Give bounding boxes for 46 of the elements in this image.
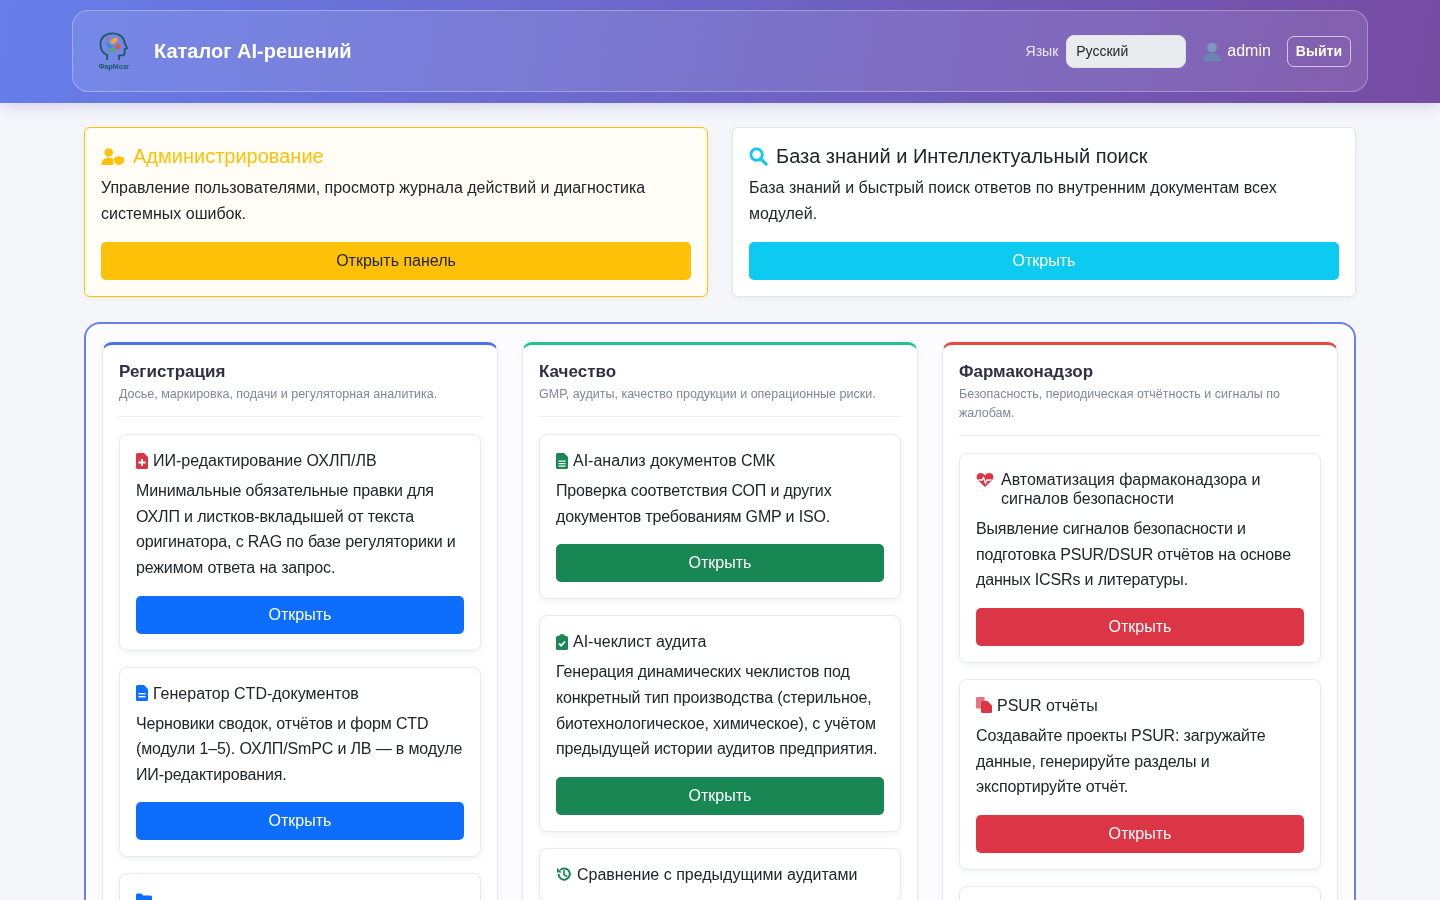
app-title: Каталог AI-решений — [154, 39, 352, 63]
card-title: База знаний и Интеллектуальный поиск — [776, 144, 1148, 168]
module-title: ИИ-редактирование ОХЛП/ЛВ — [153, 451, 377, 471]
user-shield-icon — [101, 147, 125, 165]
module-title: AI-анализ документов СМК — [573, 451, 776, 471]
medical-file-icon — [136, 452, 148, 469]
module-title: PSUR отчёты — [997, 695, 1098, 715]
module-title: Генератор CTD-документов — [153, 683, 359, 703]
card-description: Управление пользователями, просмотр журнала действий и диагностика системных ошибок. — [101, 178, 647, 224]
module-description: Черновики сводок, отчётов и форм CTD (модули 1–5). ОХЛП/SmPC и ЛВ — в модуле ИИ-редактирования. — [136, 713, 464, 785]
document-icon — [136, 685, 148, 702]
document-icon — [556, 452, 568, 469]
open-button[interactable]: Открыть панель — [101, 242, 691, 281]
head-logo-icon — [97, 31, 131, 61]
category-subtitle: GMP, аудиты, качество продукции и операционные риски. — [539, 386, 877, 404]
card-title: Администрирование — [133, 144, 324, 168]
module-title: AI-чеклист аудита — [573, 632, 707, 652]
heart-pulse-icon — [976, 471, 994, 488]
module-description: Проверка соответствия СОП и других документов требованиям GMP и ISO. — [556, 481, 833, 527]
category-title: Качество — [539, 362, 618, 383]
category-title: Регистрация — [119, 362, 227, 383]
module-description: Генерация динамических чеклистов под конкретный тип производства (стерильное, биотехнологическое, химическое), с учётом предыдущей истории аудитов предприятия. — [556, 662, 879, 760]
open-button[interactable]: Открыть — [556, 544, 884, 583]
logout-button[interactable]: Выйти — [1286, 35, 1351, 67]
open-button[interactable]: Открыть — [976, 814, 1304, 853]
category-subtitle: Безопасность, периодическая отчётность и сигналы по жалобам. — [959, 386, 1281, 423]
open-button[interactable]: Открыть — [556, 776, 884, 815]
module-title: Автоматизация фармаконадзора и сигналов безопасности — [1001, 470, 1262, 509]
category-title: Фармаконадзор — [959, 362, 1095, 383]
history-icon — [556, 866, 572, 883]
module-title: Сравнение с предыдущими аудитами — [577, 864, 858, 884]
language-select[interactable]: Русский — [1066, 34, 1187, 68]
open-button[interactable]: Открыть — [136, 595, 464, 634]
copy-icon — [976, 697, 992, 714]
language-label: Язык — [1025, 43, 1059, 59]
open-button[interactable]: Открыть — [136, 802, 464, 841]
module-description: Минимальные обязательные правки для ОХЛП и листков-вкладышей от текста оригинатора, с RAG по базе регуляторики и режимом ответа на запрос. — [136, 481, 457, 578]
user-avatar-icon — [1202, 41, 1223, 61]
module-description: Выявление сигналов безопасности и подготовка PSUR/DSUR отчётов на основе данных ICSRs и литературы. — [976, 519, 1292, 591]
open-button[interactable]: Открыть — [976, 607, 1304, 646]
category-subtitle: Досье, маркировка, подачи и регуляторная аналитика. — [119, 386, 439, 404]
module-description: Создавайте проекты PSUR: загружайте данные, генерируйте разделы и экспортируйте отчёт. — [976, 725, 1267, 798]
card-description: База знаний и быстрый поиск ответов по внутренним документам всех модулей. — [749, 178, 1278, 224]
clipboard-check-icon — [556, 633, 568, 650]
search-icon — [749, 146, 768, 166]
user-name: admin — [1227, 42, 1271, 60]
